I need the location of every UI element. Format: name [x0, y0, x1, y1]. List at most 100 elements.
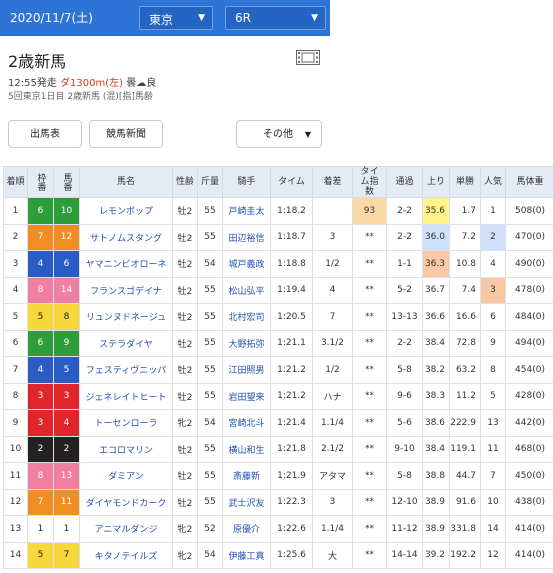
horse-name-cell[interactable]: キタノテイルズ	[79, 541, 173, 569]
horse-name-cell[interactable]: ジェネレイトヒート	[79, 382, 173, 410]
waku-cell: 6	[27, 197, 54, 225]
umaban-cell: 9	[53, 329, 80, 357]
newspaper-label: 競馬新聞	[106, 129, 146, 140]
cloud-icon: ☁	[136, 78, 147, 89]
sex-age-cell: 牡2	[172, 223, 198, 251]
jockey-cell[interactable]: 原優介	[222, 515, 271, 543]
horse-name-cell[interactable]: ダミアン	[79, 462, 173, 490]
popularity-cell: 13	[480, 409, 506, 437]
horse-name-cell[interactable]: エコロマリン	[79, 435, 173, 463]
body-weight-cell: 494(0)	[505, 329, 553, 357]
horse-name-cell[interactable]: トーセンローラ	[79, 409, 173, 437]
entry-table-button[interactable]: 出馬表	[8, 120, 82, 148]
jockey-cell[interactable]: 松山弘平	[222, 276, 271, 304]
jockey-cell[interactable]: 宮崎北斗	[222, 409, 271, 437]
last3f-cell: 38.4	[422, 329, 450, 357]
horse-name-cell[interactable]: ステラダイヤ	[79, 329, 173, 357]
venue-select[interactable]: 東京 ▼	[139, 6, 213, 30]
margin-cell: 3.1/2	[312, 329, 353, 357]
margin-cell: 1/2	[312, 250, 353, 278]
col-header-rank: 着順	[3, 166, 28, 198]
waku-cell: 1	[27, 515, 54, 543]
video-icon[interactable]	[296, 50, 320, 65]
odds-cell: 7.4	[449, 276, 481, 304]
weight-cell: 55	[197, 488, 223, 516]
passing-cell: 12-10	[386, 488, 423, 516]
last3f-cell: 38.8	[422, 462, 450, 490]
other-menu-button[interactable]: その他 ▼	[236, 120, 322, 148]
body-weight-cell: 442(0)	[505, 409, 553, 437]
results-table: 着順 枠番 馬番 馬名 性齢 斤量 騎手 タイム 着差 タイム指数 通過 上り …	[3, 166, 553, 569]
sex-age-cell: 牡2	[172, 462, 198, 490]
popularity-cell: 11	[480, 435, 506, 463]
horse-name-cell[interactable]: サトノムスタング	[79, 223, 173, 251]
newspaper-button[interactable]: 競馬新聞	[89, 120, 163, 148]
table-row: 1 6 10 レモンポップ 牡2 55 戸崎圭太 1:18.2 93 2-2 35.6 1.7 1 508…	[3, 197, 553, 225]
jockey-cell[interactable]: 田辺裕信	[222, 223, 271, 251]
rank-cell: 1	[3, 197, 28, 225]
table-row: 6 6 9 ステラダイヤ 牡2 55 大野拓弥 1:21.1 3.1/2 ** 2-2 38.4 72.…	[3, 329, 553, 357]
jockey-cell[interactable]: 岩田望来	[222, 382, 271, 410]
jockey-cell[interactable]: 武士沢友	[222, 488, 271, 516]
umaban-cell: 1	[53, 515, 80, 543]
jockey-cell[interactable]: 北村宏司	[222, 303, 271, 331]
weight-cell: 55	[197, 382, 223, 410]
table-row: 14 5 7 キタノテイルズ 牝2 54 伊藤工真 1:25.6 大 ** 14-14 39.2 192…	[3, 541, 553, 569]
weight-cell: 54	[197, 250, 223, 278]
odds-cell: 16.6	[449, 303, 481, 331]
margin-cell: 7	[312, 303, 353, 331]
body-weight-cell: 470(0)	[505, 223, 553, 251]
jockey-cell[interactable]: 大野拓弥	[222, 329, 271, 357]
jockey-cell[interactable]: 横山和生	[222, 435, 271, 463]
horse-name-cell[interactable]: ダイヤモンドカーク	[79, 488, 173, 516]
rank-cell: 14	[3, 541, 28, 569]
waku-cell: 5	[27, 303, 54, 331]
race-conditions: 12:55発走 ダ1300m(左) 曇☁良	[8, 74, 156, 89]
last3f-cell: 38.9	[422, 515, 450, 543]
time-cell: 1:22.6	[270, 515, 313, 543]
horse-name-cell[interactable]: フランスゴデイナ	[79, 276, 173, 304]
last3f-cell: 38.4	[422, 435, 450, 463]
rank-cell: 3	[3, 250, 28, 278]
time-index-cell: 93	[352, 197, 387, 225]
jockey-cell[interactable]: 伊藤工真	[222, 541, 271, 569]
waku-cell: 2	[27, 435, 54, 463]
col-header-passing: 通過	[386, 166, 423, 198]
horse-name-cell[interactable]: フェスティヴニッパ	[79, 356, 173, 384]
venue-select-value: 東京	[149, 13, 174, 27]
umaban-cell: 3	[53, 382, 80, 410]
passing-cell: 13-13	[386, 303, 423, 331]
weight-cell: 55	[197, 303, 223, 331]
horse-name-cell[interactable]: リュンヌドネージュ	[79, 303, 173, 331]
other-menu-label: その他	[263, 129, 293, 140]
col-header-odds: 単勝	[449, 166, 481, 198]
jockey-cell[interactable]: 江田照男	[222, 356, 271, 384]
race-number-select[interactable]: 6R ▼	[225, 6, 326, 30]
jockey-cell[interactable]: 戸崎圭太	[222, 197, 271, 225]
time-cell: 1:21.4	[270, 409, 313, 437]
race-title: 2歳新馬	[8, 52, 67, 71]
waku-cell: 6	[27, 329, 54, 357]
passing-cell: 5-8	[386, 462, 423, 490]
col-header-time: タイム	[270, 166, 313, 198]
odds-cell: 192.2	[449, 541, 481, 569]
body-weight-cell: 438(0)	[505, 488, 553, 516]
time-index-cell: **	[352, 356, 387, 384]
jockey-cell[interactable]: 城戸義政	[222, 250, 271, 278]
col-header-margin: 着差	[312, 166, 353, 198]
sex-age-cell: 牡2	[172, 356, 198, 384]
popularity-cell: 3	[480, 276, 506, 304]
table-row: 9 3 4 トーセンローラ 牝2 54 宮崎北斗 1:21.4 1.1/4 ** 5-6 38.6 22…	[3, 409, 553, 437]
body-weight-cell: 490(0)	[505, 250, 553, 278]
table-row: 4 8 14 フランスゴデイナ 牡2 55 松山弘平 1:19.4 4 ** 5-2 36.7 7.4 3…	[3, 276, 553, 304]
jockey-cell[interactable]: 斎藤新	[222, 462, 271, 490]
horse-name-cell[interactable]: ヤマニンビオローネ	[79, 250, 173, 278]
horse-name-cell[interactable]: アニマルダンジ	[79, 515, 173, 543]
time-cell: 1:18.7	[270, 223, 313, 251]
last3f-cell: 35.6	[422, 197, 450, 225]
time-cell: 1:21.9	[270, 462, 313, 490]
horse-name-cell[interactable]: レモンポップ	[79, 197, 173, 225]
margin-cell: ハナ	[312, 382, 353, 410]
last3f-cell: 38.2	[422, 356, 450, 384]
time-cell: 1:20.5	[270, 303, 313, 331]
